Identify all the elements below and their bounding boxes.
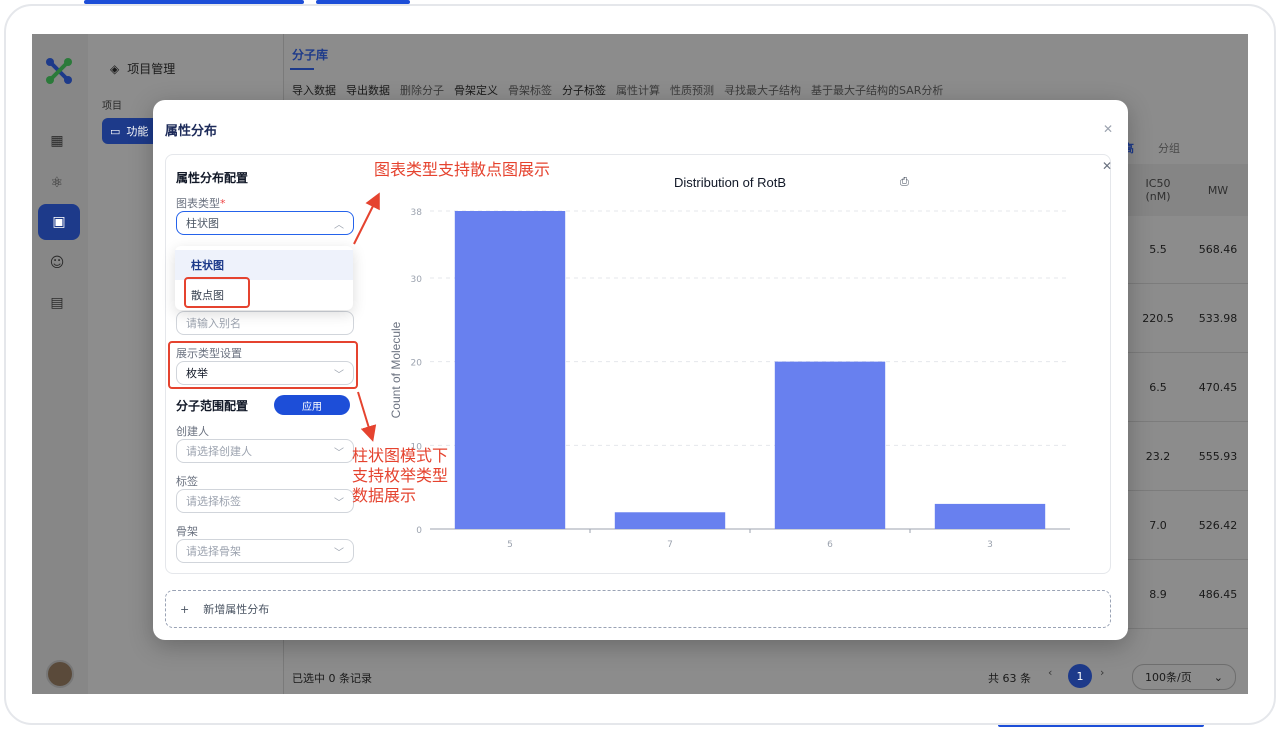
creator-label: 创建人 xyxy=(176,425,209,438)
x-tick-label: 7 xyxy=(667,540,673,550)
bar-6 xyxy=(774,361,886,529)
panel-close-icon[interactable]: ✕ xyxy=(1102,159,1112,173)
x-tick-label: 6 xyxy=(827,540,833,550)
add-distribution-button[interactable]: + 新增属性分布 xyxy=(165,590,1111,628)
table-cell: 6.5 xyxy=(1128,354,1188,422)
dashboard-icon[interactable]: ▦ xyxy=(46,130,68,152)
section-label: 项目 xyxy=(102,101,122,112)
sar-analysis-button[interactable]: 基于最大子结构的SAR分析 xyxy=(811,82,943,98)
import-button[interactable]: 导入数据 xyxy=(292,82,336,98)
scaffold-define-button[interactable]: 骨架定义 xyxy=(454,82,498,98)
toolbar: 导入数据 导出数据 删除分子 骨架定义 骨架标签 分子标签 属性计算 性质预测 … xyxy=(292,82,943,98)
page-number[interactable]: 1 xyxy=(1068,664,1092,688)
apply-button[interactable]: 应用 xyxy=(274,395,350,415)
table-cell: 486.45 xyxy=(1188,561,1248,629)
molecule-tag-button[interactable]: 分子标签 xyxy=(562,82,606,98)
table-cell: 533.98 xyxy=(1188,285,1248,353)
y-tick-label: 38 xyxy=(411,208,423,218)
table-cell: 568.46 xyxy=(1188,216,1248,284)
scatter-option-highlight xyxy=(184,277,250,308)
table-cell: 23.2 xyxy=(1128,423,1188,491)
config-title: 属性分布配置 xyxy=(176,171,249,185)
close-icon[interactable]: ✕ xyxy=(1103,122,1113,136)
enum-annotation: 柱状图模式下 支持枚举类型 数据展示 xyxy=(352,446,449,505)
modal-title: 属性分布 xyxy=(165,124,218,139)
col-header-mw[interactable]: MW xyxy=(1188,164,1248,216)
user-avatar[interactable] xyxy=(46,660,74,688)
page-size-select[interactable]: 100条/页 ⌄ xyxy=(1132,664,1236,690)
tag-select[interactable]: 请选择标签 ﹀ xyxy=(176,489,354,513)
x-tick-label: 5 xyxy=(507,540,513,550)
molecule-icon[interactable]: ⚛ xyxy=(46,172,68,194)
distribution-chart: Distribution of RotBCount of Molecule⎙01… xyxy=(389,175,1070,550)
export-button[interactable]: 导出数据 xyxy=(346,82,390,98)
chevron-up-icon: ︿ xyxy=(334,220,344,231)
bar-5 xyxy=(454,211,566,529)
alias-input[interactable]: 请输入别名 xyxy=(176,311,354,335)
chevron-down-icon: ⌄ xyxy=(1213,670,1223,684)
table-cell: 5.5 xyxy=(1128,216,1188,284)
y-tick-label: 20 xyxy=(411,359,423,369)
table-cell: 220.5 xyxy=(1128,285,1188,353)
y-axis-label: Count of Molecule xyxy=(389,321,403,418)
project-mgmt-title[interactable]: ◈ 项目管理 xyxy=(110,60,175,77)
table-cell: 8.9 xyxy=(1128,561,1188,629)
bar-3 xyxy=(934,503,1046,529)
property-predict-button[interactable]: 性质预测 xyxy=(670,82,714,98)
table-cell: 526.42 xyxy=(1188,492,1248,560)
x-tick-label: 3 xyxy=(987,540,993,550)
y-tick-label: 30 xyxy=(411,275,423,285)
icon-sidebar: ▦ ⚛ ▣ ☺ ▤ xyxy=(32,34,88,694)
col-header-ic50[interactable]: IC50 (nM) xyxy=(1128,164,1188,216)
range-config-title: 分子范围配置 xyxy=(176,399,249,413)
chevron-down-icon: ﹀ xyxy=(334,498,344,509)
plus-icon: + xyxy=(180,602,190,616)
library-icon[interactable]: ▣ xyxy=(38,204,80,240)
title-underline xyxy=(290,68,314,70)
bar-7 xyxy=(614,512,726,529)
download-image-icon: ⎙ xyxy=(900,175,909,188)
group-button[interactable]: 分组 xyxy=(1158,140,1180,156)
selected-count: 已选中 0 条记录 xyxy=(292,672,372,685)
scaffold-label: 骨架 xyxy=(176,525,198,538)
chart-title: Distribution of RotB xyxy=(674,175,786,190)
chart-type-label: 图表类型* xyxy=(176,197,226,210)
display-type-highlight xyxy=(168,341,358,389)
chevron-down-icon: ﹀ xyxy=(334,448,344,459)
tag-label: 标签 xyxy=(176,475,198,488)
property-calc-button[interactable]: 属性计算 xyxy=(616,82,660,98)
chevron-down-icon: ﹀ xyxy=(334,548,344,559)
data-table: IC50 (nM) MW 5.5 568.46 220.5 533.98 6.5 470.… xyxy=(1128,164,1248,664)
next-page-icon[interactable]: › xyxy=(1100,666,1104,679)
creator-select[interactable]: 请选择创建人 ﹀ xyxy=(176,439,354,463)
delete-button[interactable]: 删除分子 xyxy=(400,82,444,98)
table-cell: 7.0 xyxy=(1128,492,1188,560)
scatter-annotation: 图表类型支持散点图展示 xyxy=(374,160,551,179)
table-cell: 555.93 xyxy=(1188,423,1248,491)
user-card-icon[interactable]: ☺ xyxy=(46,252,68,274)
dropdown-option-bar[interactable]: 柱状图 xyxy=(175,250,353,280)
app-logo-icon xyxy=(46,58,72,84)
book-icon[interactable]: ▤ xyxy=(46,292,68,314)
scaffold-tag-button[interactable]: 骨架标签 xyxy=(508,82,552,98)
chart-type-select[interactable]: 柱状图 ︿ xyxy=(176,211,354,235)
folder-icon: ▭ xyxy=(110,124,121,138)
layers-icon: ◈ xyxy=(110,61,120,76)
page-title[interactable]: 分子库 xyxy=(292,46,328,63)
total-count: 共 63 条 xyxy=(988,672,1031,685)
scaffold-select[interactable]: 请选择骨架 ﹀ xyxy=(176,539,354,563)
table-cell: 470.45 xyxy=(1188,354,1248,422)
prev-page-icon[interactable]: ‹ xyxy=(1048,666,1052,679)
y-tick-label: 0 xyxy=(416,526,422,536)
max-substructure-button[interactable]: 寻找最大子结构 xyxy=(724,82,801,98)
